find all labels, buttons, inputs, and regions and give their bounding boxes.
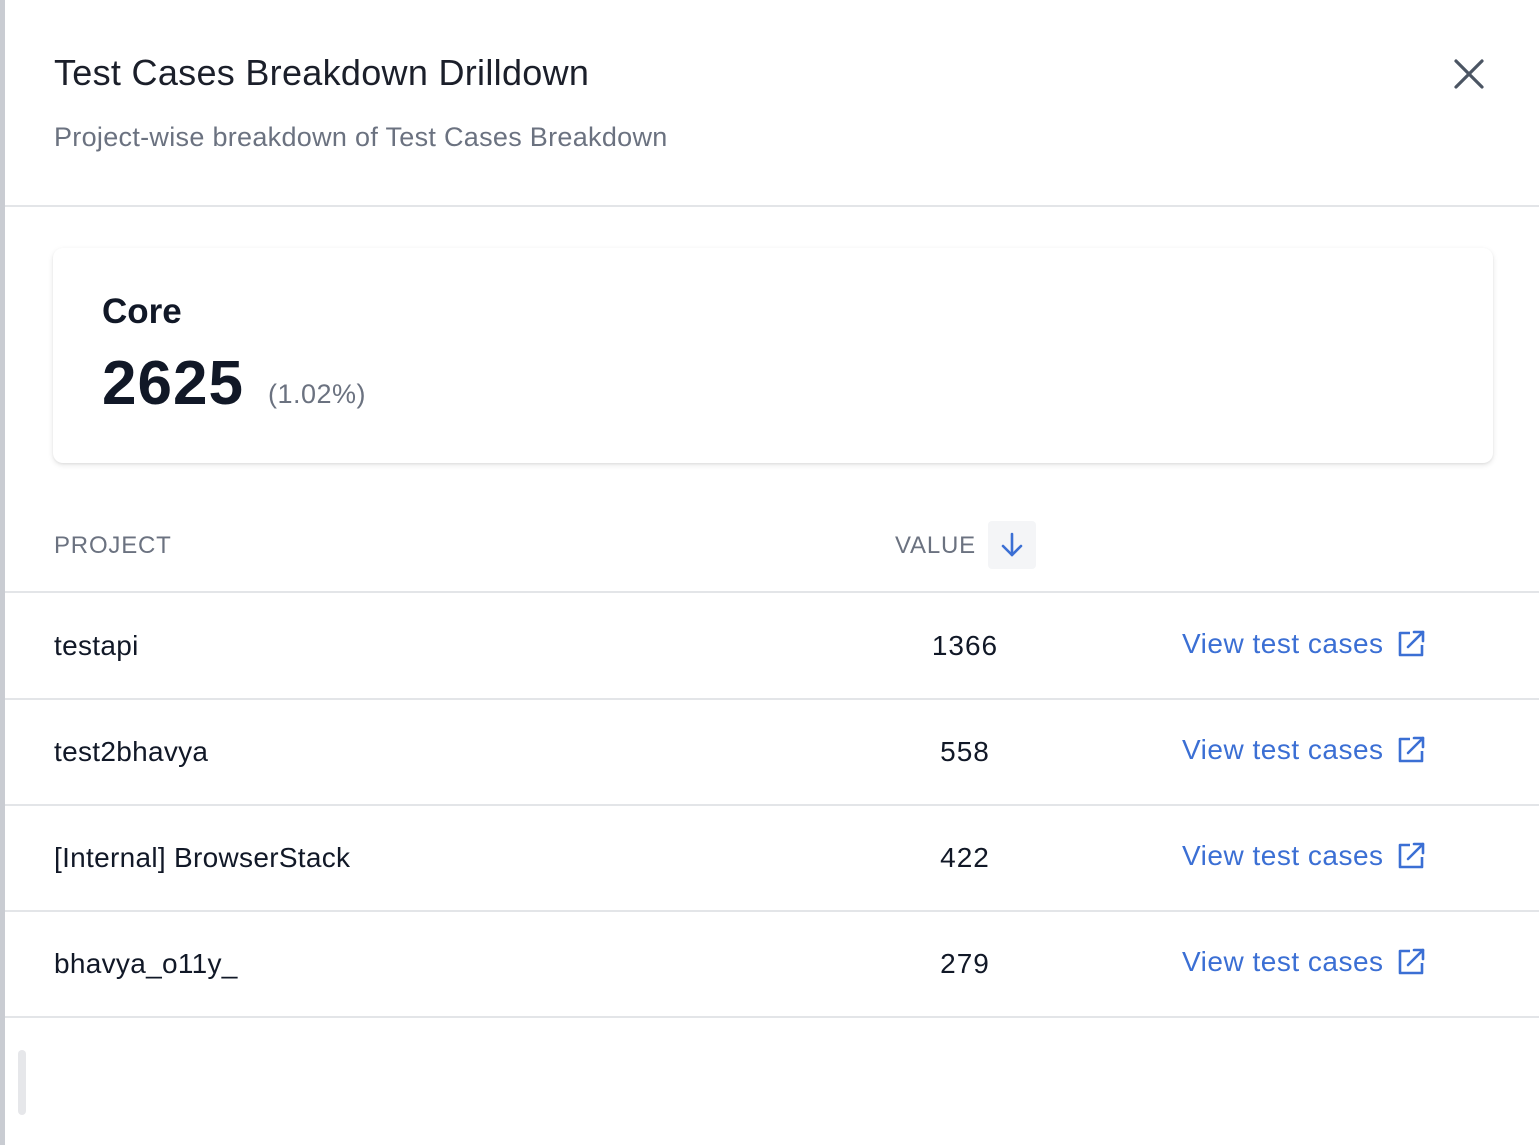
project-name: bhavya_o11y_: [54, 948, 238, 979]
scrollbar-thumb[interactable]: [18, 1050, 26, 1115]
view-test-cases-link[interactable]: View test cases: [1182, 734, 1426, 766]
external-link-icon: [1398, 948, 1424, 975]
summary-value: 2625: [102, 349, 244, 418]
project-value: 558: [940, 736, 990, 767]
view-test-cases-link[interactable]: View test cases: [1182, 840, 1426, 872]
page-title: Test Cases Breakdown Drilldown: [54, 52, 590, 93]
panel-header: Test Cases Breakdown Drilldown Project-w…: [5, 0, 1539, 207]
project-name: testapi: [54, 630, 139, 661]
summary-label: Core: [102, 292, 182, 331]
sort-button[interactable]: [988, 521, 1036, 569]
view-test-cases-label: View test cases: [1182, 628, 1384, 659]
page-subtitle: Project-wise breakdown of Test Cases Bre…: [54, 122, 668, 152]
external-link-icon: [1398, 630, 1424, 657]
summary-percent: (1.02%): [268, 379, 367, 409]
close-button[interactable]: [1447, 52, 1491, 96]
project-value: 279: [940, 948, 990, 979]
view-test-cases-label: View test cases: [1182, 734, 1384, 765]
project-value: 422: [940, 842, 990, 873]
table-header: PROJECT VALUE: [5, 500, 1539, 593]
table-row: testapi 1366 View test cases: [5, 594, 1539, 700]
view-test-cases-link[interactable]: View test cases: [1182, 628, 1426, 660]
project-name: [Internal] BrowserStack: [54, 842, 351, 873]
view-test-cases-label: View test cases: [1182, 946, 1384, 977]
external-link-icon: [1398, 736, 1424, 763]
table-row: test2bhavya 558 View test cases: [5, 700, 1539, 806]
table-row: [Internal] BrowserStack 422 View test ca…: [5, 806, 1539, 912]
view-test-cases-link[interactable]: View test cases: [1182, 946, 1426, 978]
column-header-value: VALUE: [895, 532, 976, 559]
close-icon: [1454, 59, 1484, 89]
arrow-down-icon: [1001, 532, 1023, 557]
project-value: 1366: [931, 630, 999, 661]
view-test-cases-label: View test cases: [1182, 840, 1384, 871]
summary-card: Core 2625 (1.02%): [53, 248, 1493, 463]
project-name: test2bhavya: [54, 736, 209, 767]
column-header-project: PROJECT: [54, 532, 172, 559]
table-row: bhavya_o11y_ 279 View test cases: [5, 912, 1539, 1018]
drilldown-panel: Test Cases Breakdown Drilldown Project-w…: [0, 0, 1539, 1145]
external-link-icon: [1398, 842, 1424, 869]
